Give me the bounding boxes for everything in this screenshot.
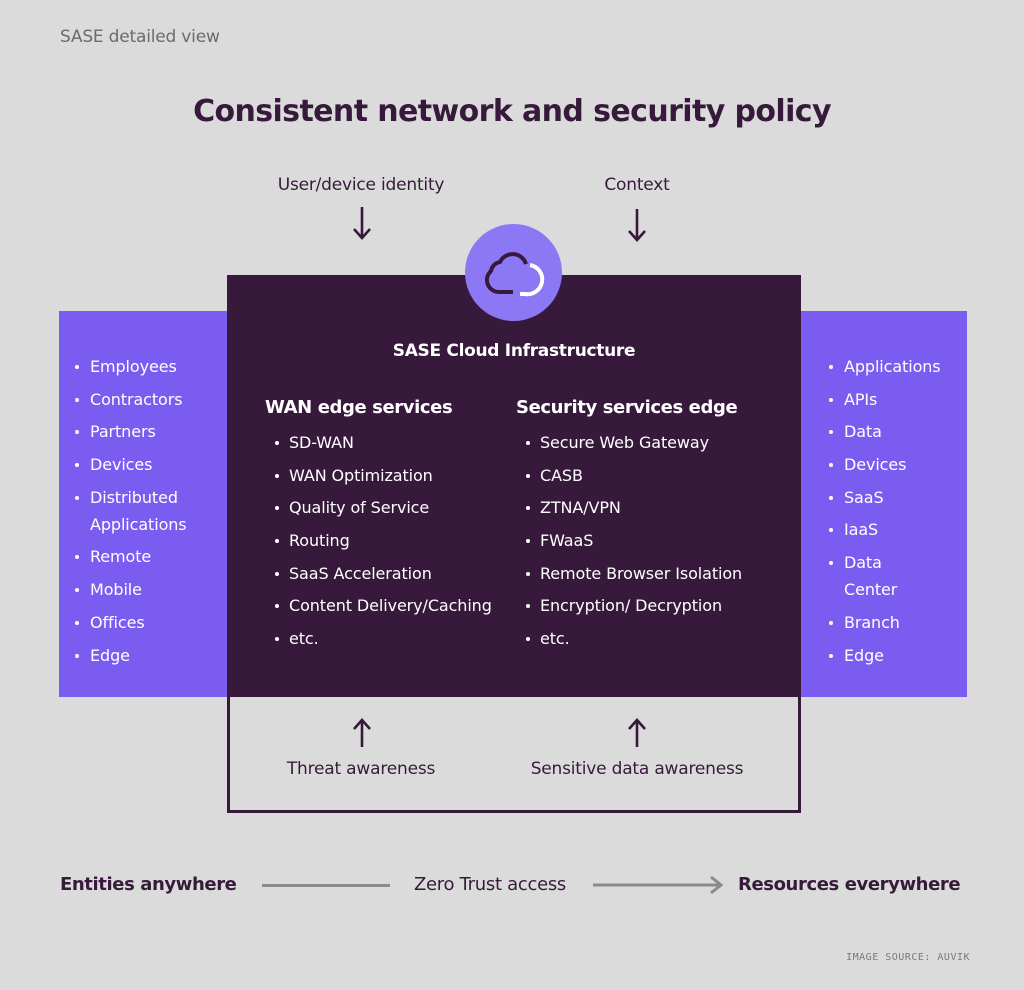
arrow-up-icon <box>353 718 371 747</box>
resource-item: SaaS <box>801 484 941 511</box>
entities-panel: Employees Contractors Partners Devices D… <box>59 311 227 697</box>
entity-item: Offices <box>60 609 200 636</box>
resource-item: APIs <box>801 386 941 413</box>
security-services-edge-column: Security services edge Secure Web Gatewa… <box>516 395 742 658</box>
resources-everywhere-label: Resources everywhere <box>738 874 961 895</box>
sse-service-item: Secure Web Gateway <box>516 429 742 456</box>
sse-service-item: etc. <box>516 625 742 652</box>
sase-cloud-infrastructure-box: SASE Cloud Infrastructure WAN edge servi… <box>227 275 801 697</box>
sse-service-item: CASB <box>516 462 742 489</box>
connector-line <box>262 884 390 887</box>
resources-panel: Applications APIs Data Devices SaaS IaaS… <box>801 311 967 697</box>
resources-list: Applications APIs Data Devices SaaS IaaS… <box>801 353 941 674</box>
resource-item: Devices <box>801 451 941 478</box>
entity-item: Devices <box>60 451 200 478</box>
wan-heading: WAN edge services <box>265 397 453 418</box>
wan-service-item: WAN Optimization <box>265 462 492 489</box>
cloud-icon <box>484 252 545 297</box>
user-device-identity-label: User/device identity <box>277 175 445 195</box>
sse-heading: Security services edge <box>516 397 738 418</box>
entity-item: Distributed Applications <box>60 484 200 538</box>
sse-service-item: Encryption/ Decryption <box>516 592 742 619</box>
arrow-up-icon <box>628 718 646 747</box>
wan-edge-services-column: WAN edge services SD-WAN WAN Optimizatio… <box>265 395 492 658</box>
arrow-right-icon <box>593 875 724 895</box>
entity-item: Edge <box>60 642 200 669</box>
diagram-subtitle: SASE detailed view <box>60 27 220 47</box>
arrow-down-icon <box>628 209 646 242</box>
diagram-title: Consistent network and security policy <box>193 94 831 129</box>
sse-service-item: FWaaS <box>516 527 742 554</box>
sse-services-list: Secure Web Gateway CASB ZTNA/VPN FWaaS R… <box>516 429 742 652</box>
entity-item: Remote <box>60 543 200 570</box>
resource-item: IaaS <box>801 516 941 543</box>
image-source-credit: IMAGE SOURCE: AUVIK <box>846 952 970 963</box>
resource-item: Edge <box>801 642 941 669</box>
resource-item: Applications <box>801 353 941 380</box>
resource-item: Data Center <box>801 549 914 603</box>
resource-item: Branch <box>801 609 941 636</box>
awareness-box <box>227 697 801 813</box>
threat-awareness-label: Threat awareness <box>286 759 436 779</box>
entity-item: Partners <box>60 418 200 445</box>
entity-item: Employees <box>60 353 200 380</box>
wan-service-item: SD-WAN <box>265 429 492 456</box>
wan-service-item: etc. <box>265 625 492 652</box>
resource-item: Data <box>801 418 941 445</box>
entities-list: Employees Contractors Partners Devices D… <box>60 353 200 674</box>
wan-service-item: Content Delivery/Caching <box>265 592 492 619</box>
wan-service-item: Quality of Service <box>265 494 492 521</box>
arrow-down-icon <box>353 207 371 240</box>
wan-service-item: Routing <box>265 527 492 554</box>
entity-item: Contractors <box>60 386 200 413</box>
sse-service-item: Remote Browser Isolation <box>516 560 742 587</box>
sensitive-data-awareness-label: Sensitive data awareness <box>530 759 744 779</box>
core-title: SASE Cloud Infrastructure <box>392 341 636 361</box>
wan-services-list: SD-WAN WAN Optimization Quality of Servi… <box>265 429 492 652</box>
zero-trust-access-label: Zero Trust access <box>413 874 566 895</box>
sse-service-item: ZTNA/VPN <box>516 494 742 521</box>
cloud-badge <box>465 224 562 321</box>
context-label: Context <box>604 175 670 195</box>
entities-anywhere-label: Entities anywhere <box>60 874 237 895</box>
entity-item: Mobile <box>60 576 200 603</box>
wan-service-item: SaaS Acceleration <box>265 560 492 587</box>
